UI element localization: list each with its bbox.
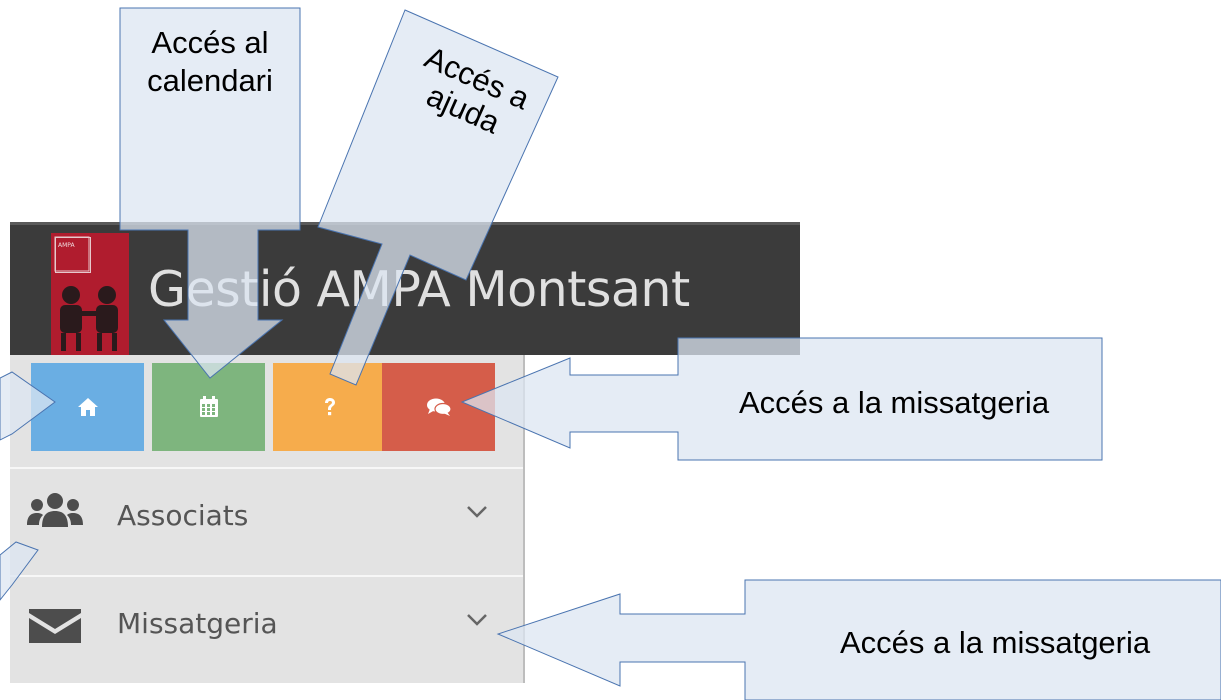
callout-overlay xyxy=(0,7,1221,700)
users-callout-shape xyxy=(0,541,39,601)
messages-menu-callout-text: Accés a la missatgeria xyxy=(840,625,1151,660)
callout-line: calendari xyxy=(147,63,273,98)
home-callout-shape xyxy=(0,371,56,441)
calendar-callout-text: Accés al calendari xyxy=(126,24,294,100)
messages-callout-text: Accés a la missatgeria xyxy=(738,385,1050,420)
callout-line: Accés al xyxy=(151,25,269,60)
